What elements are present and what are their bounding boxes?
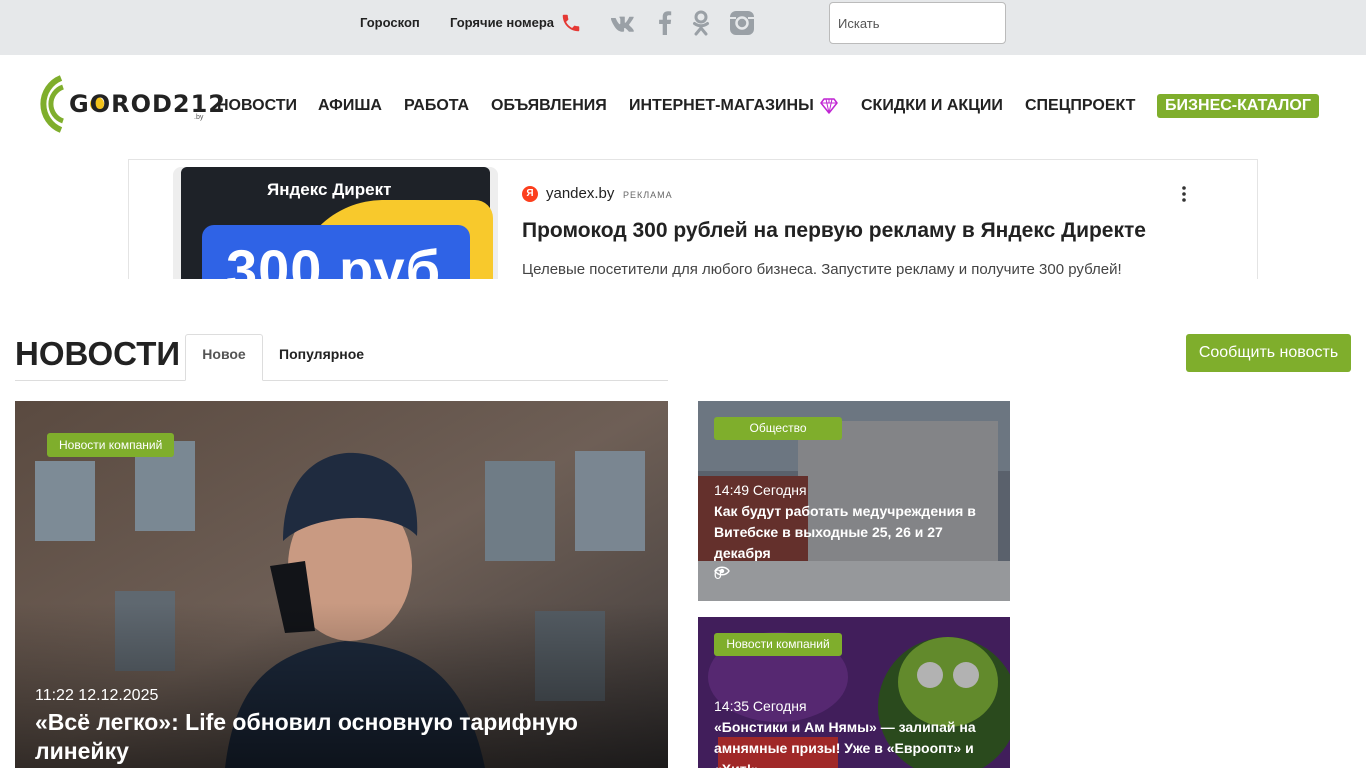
side-article-title[interactable]: «Бонстики и Ам Нямы» — залипай на амнямн… (714, 717, 994, 768)
ad-image-price: 300 руб. (226, 238, 458, 279)
hot-numbers-link[interactable]: Горячие номера (450, 15, 554, 30)
tab-new[interactable]: Новое (185, 334, 263, 381)
diamond-icon (820, 98, 838, 114)
side-article-tag[interactable]: Общество (714, 417, 842, 440)
main-article-time: 11:22 12.12.2025 (35, 687, 159, 704)
side-article-card[interactable]: Общество 14:49 Сегодня Как будут работат… (698, 401, 1010, 601)
report-news-button[interactable]: Сообщить новость (1186, 334, 1351, 372)
nav-news[interactable]: НОВОСТИ (217, 97, 297, 115)
site-logo[interactable]: GOROD212 .by (36, 74, 225, 134)
side-article-time: 14:49 Сегодня (714, 482, 807, 498)
ad-title[interactable]: Промокод 300 рублей на первую рекламу в … (522, 219, 1146, 243)
ad-description: Целевые посетители для любого бизнеса. З… (522, 261, 1122, 278)
main-article-title[interactable]: «Всё легко»: Life обновил основную тариф… (35, 708, 645, 766)
facebook-icon[interactable] (650, 8, 680, 38)
nav-skidki[interactable]: СКИДКИ И АКЦИИ (861, 97, 1003, 115)
main-article-card[interactable]: Новости компаний 11:22 12.12.2025 «Всё л… (15, 401, 668, 768)
instagram-icon[interactable] (727, 8, 757, 38)
ad-label: РЕКЛАМА (623, 190, 673, 200)
search-input[interactable] (829, 2, 1006, 44)
news-heading: НОВОСТИ (15, 335, 181, 372)
tab-popular[interactable]: Популярное (279, 346, 364, 362)
side-article-title[interactable]: Как будут работать медучреждения в Витеб… (714, 501, 994, 564)
more-vertical-icon[interactable] (1179, 184, 1189, 204)
phone-icon[interactable] (560, 12, 582, 34)
odnoklassniki-icon[interactable] (686, 8, 716, 38)
nav-business-catalog[interactable]: БИЗНЕС-КАТАЛОГ (1157, 94, 1319, 118)
nav-rabota[interactable]: РАБОТА (404, 97, 469, 115)
tabs-divider (15, 380, 668, 381)
side-article-card[interactable]: Новости компаний 14:35 Сегодня «Бонстики… (698, 617, 1010, 768)
nav-obyavleniya[interactable]: ОБЪЯВЛЕНИЯ (491, 97, 607, 115)
nav-specproekt[interactable]: СПЕЦПРОЕКТ (1025, 97, 1135, 115)
ad-domain[interactable]: yandex.by (546, 185, 614, 202)
logo-suffix: .by (194, 114, 204, 121)
side-article-tag[interactable]: Новости компаний (714, 633, 842, 656)
nav-internet-shops[interactable]: ИНТЕРНЕТ-МАГАЗИНЫ (629, 97, 814, 115)
side-article-views: 0 (714, 566, 730, 582)
ad-image-brand: Яндекс Директ (267, 180, 392, 199)
vk-icon[interactable] (608, 8, 638, 38)
ad-banner[interactable]: Яндекс Директ 300 руб. Я yandex.by РЕКЛА… (128, 159, 1258, 279)
eye-icon (714, 566, 730, 576)
main-article-tag[interactable]: Новости компаний (47, 433, 175, 457)
ad-image[interactable]: Яндекс Директ 300 руб. (173, 167, 498, 279)
top-bar: Гороскоп Горячие номера (0, 0, 1366, 55)
yandex-icon: Я (522, 186, 538, 202)
side-article-time: 14:35 Сегодня (714, 698, 807, 714)
horoscope-link[interactable]: Гороскоп (360, 15, 420, 30)
nav-afisha[interactable]: АФИША (318, 97, 382, 115)
